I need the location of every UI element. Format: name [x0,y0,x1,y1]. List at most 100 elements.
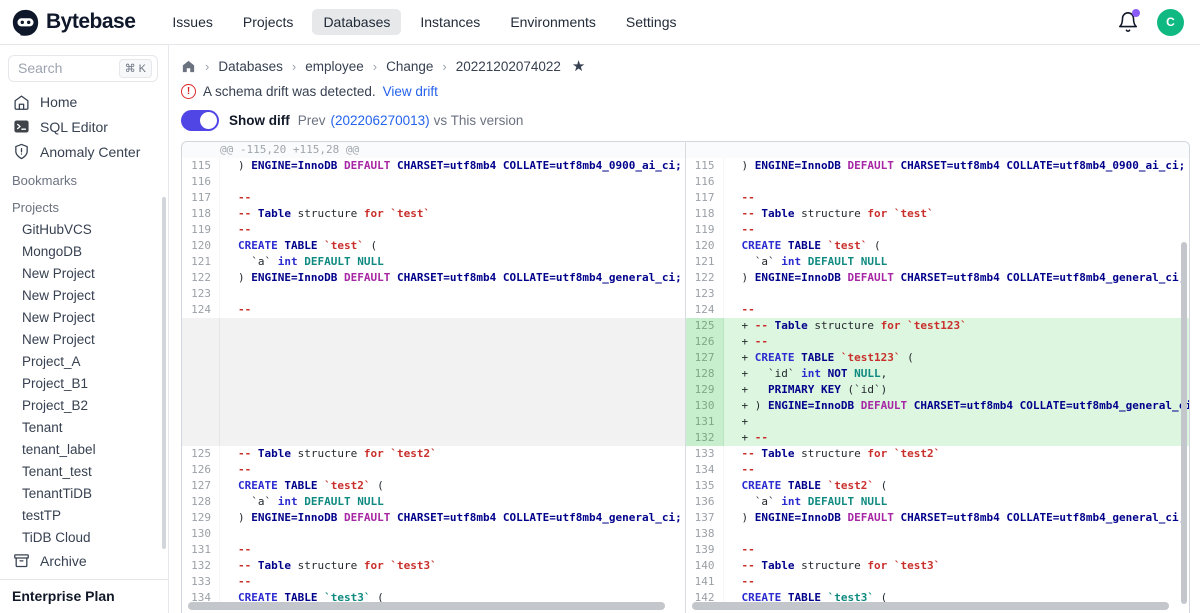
main-content: ›Databases›employee›Change›2022120207402… [169,45,1200,613]
diff-line: 121 `a` int DEFAULT NULL [182,254,685,270]
code-text: -- [220,542,685,558]
code-text: `a` int DEFAULT NULL [220,494,685,510]
sidebar-item-sql-editor[interactable]: SQL Editor [0,115,168,140]
code-text: @@ -115,20 +115,28 @@ [220,142,685,158]
sidebar-scrollbar[interactable] [162,197,166,549]
nav-item-projects[interactable]: Projects [232,9,305,35]
diff-horizontal-scrollbar-old[interactable] [188,602,675,610]
diff-vertical-scrollbar[interactable] [1181,242,1187,604]
sidebar-item-label: Anomaly Center [40,144,140,160]
nav-item-databases[interactable]: Databases [312,9,401,35]
line-number: 123 [182,286,220,302]
diff-line: 124-- [182,302,685,318]
breadcrumb-item[interactable]: 20221202074022 [456,59,561,74]
archive-box-icon [13,552,30,569]
alert-text: A schema drift was detected. [203,84,376,99]
diff-line: 124-- [686,302,1190,318]
code-text: + -- Table structure for `test123` [724,318,1190,334]
project-item[interactable]: tenant_label [0,438,168,460]
code-text: + CREATE TABLE `test123` ( [724,350,1190,366]
diff-line: 131-- [182,542,685,558]
notification-dot [1132,9,1140,17]
breadcrumb-item[interactable]: employee [305,59,364,74]
line-number: 140 [686,558,724,574]
notifications-bell-icon[interactable] [1117,11,1139,33]
scrollbar-thumb[interactable] [188,602,665,610]
code-text: -- [220,222,685,238]
diff-horizontal-scrollbar-new[interactable] [692,602,1180,610]
diff-line: 128+ `id` int NOT NULL, [686,366,1190,382]
nav-item-settings[interactable]: Settings [615,9,688,35]
diff-line: 122) ENGINE=InnoDB DEFAULT CHARSET=utf8m… [182,270,685,286]
search-input[interactable] [18,60,104,76]
line-number [182,318,220,334]
line-number [182,350,220,366]
plan-label: Enterprise Plan [0,579,168,613]
project-item[interactable]: Tenant [0,416,168,438]
line-number: 124 [686,302,724,318]
line-number: 137 [686,510,724,526]
line-number: 132 [182,558,220,574]
star-filled-icon[interactable]: ★ [572,57,585,75]
code-text [220,398,685,414]
project-item[interactable]: TenantTiDB [0,482,168,504]
sidebar-item-label: SQL Editor [40,119,108,135]
line-number: 123 [686,286,724,302]
sidebar-item-home[interactable]: Home [0,90,168,115]
nav-item-issues[interactable]: Issues [161,9,223,35]
alert-circle-icon: ! [181,84,196,99]
project-item[interactable]: New Project [0,284,168,306]
search-box[interactable]: ⌘ K [8,55,158,82]
diff-line: 131+ [686,414,1190,430]
project-item[interactable]: Project_B1 [0,372,168,394]
diff-line: 121 `a` int DEFAULT NULL [686,254,1190,270]
line-number: 133 [182,574,220,590]
breadcrumb-item[interactable]: Change [386,59,433,74]
project-item[interactable]: Project_A [0,350,168,372]
code-text [220,382,685,398]
project-item[interactable]: New Project [0,306,168,328]
avatar[interactable]: C [1157,9,1184,36]
project-item[interactable]: testTP [0,504,168,526]
shield-alert-icon [13,143,30,160]
code-text [220,334,685,350]
diff-line: 122) ENGINE=InnoDB DEFAULT CHARSET=utf8m… [686,270,1190,286]
bytebase-logo[interactable]: Bytebase [12,9,135,36]
project-item[interactable]: New Project [0,328,168,350]
project-item[interactable]: Project_B2 [0,394,168,416]
diff-line: 125+ -- Table structure for `test123` [686,318,1190,334]
line-number: 131 [182,542,220,558]
project-item[interactable]: MongoDB [0,240,168,262]
line-number: 116 [686,174,724,190]
view-drift-link[interactable]: View drift [383,84,438,99]
project-item[interactable]: Tenant_test [0,460,168,482]
diff-line: 130 [182,526,685,542]
diff-line: 120CREATE TABLE `test` ( [686,238,1190,254]
breadcrumb: ›Databases›employee›Change›2022120207402… [181,57,1190,75]
sidebar-item-anomaly-center[interactable]: Anomaly Center [0,139,168,164]
sidebar-item-archive[interactable]: Archive [0,548,168,573]
toggle-knob [200,112,217,129]
diff-line: 132+ -- [686,430,1190,446]
line-number: 124 [182,302,220,318]
prev-version-link[interactable]: (202206270013) [331,113,430,128]
terminal-icon [13,118,30,135]
project-item[interactable]: New Project [0,262,168,284]
project-item[interactable]: GitHubVCS [0,218,168,240]
line-number [182,430,220,446]
diff-line: 116 [182,174,685,190]
breadcrumb-home-icon[interactable] [181,59,196,74]
nav-item-environments[interactable]: Environments [499,9,607,35]
line-number: 122 [686,270,724,286]
diff-line: 119-- [686,222,1190,238]
project-item[interactable]: TiDB Cloud [0,526,168,548]
code-text [724,526,1190,542]
show-diff-toggle[interactable] [181,110,219,131]
code-text: CREATE TABLE `test2` ( [220,478,685,494]
diff-column-old: @@ -115,20 +115,28 @@115) ENGINE=InnoDB … [182,142,686,613]
breadcrumb-item[interactable]: Databases [218,59,283,74]
line-number [182,142,220,158]
nav-item-instances[interactable]: Instances [409,9,491,35]
line-number: 116 [182,174,220,190]
scrollbar-thumb[interactable] [692,602,1170,610]
